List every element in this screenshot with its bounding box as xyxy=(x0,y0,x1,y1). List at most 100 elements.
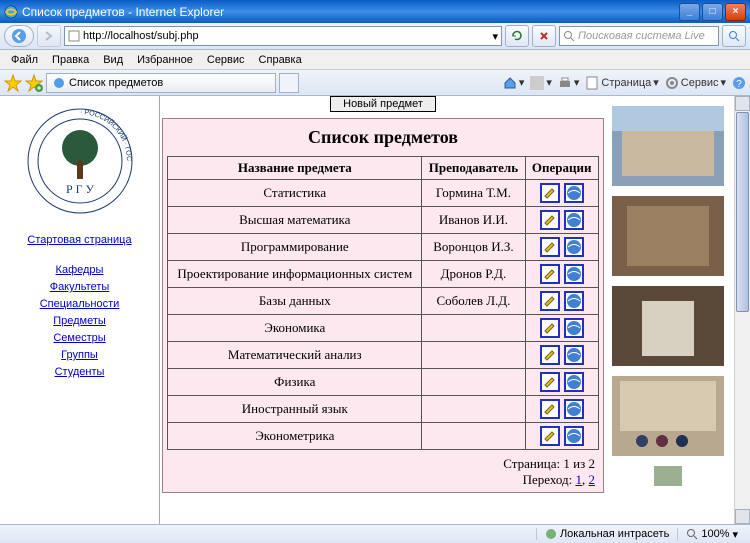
nav-link[interactable]: Студенты xyxy=(5,366,154,378)
nav-link[interactable]: Кафедры xyxy=(5,264,154,276)
menu-view[interactable]: Вид xyxy=(96,52,130,68)
left-sidebar: Р Г У · РОССИЙСКИЙ · ГОСУДАРСТВЕННЫЙ · С… xyxy=(0,96,160,524)
status-bar: Локальная интрасеть 100% ▾ xyxy=(0,524,750,543)
address-bar[interactable]: http://localhost/subj.php ▾ xyxy=(64,26,502,46)
feeds-button[interactable]: ▾ xyxy=(530,76,552,90)
nav-start-page[interactable]: Стартовая страница xyxy=(5,234,154,246)
edit-icon[interactable] xyxy=(540,426,560,446)
forward-button[interactable] xyxy=(37,25,61,47)
favorites-star-icon[interactable] xyxy=(4,74,22,92)
scroll-thumb[interactable] xyxy=(736,112,749,312)
home-icon xyxy=(503,76,517,90)
main-content: Новый предмет Список предметов Название … xyxy=(160,96,606,524)
table-row: Иностранный язык xyxy=(168,396,598,423)
col-name: Название предмета xyxy=(168,157,422,180)
sidebar-nav: Стартовая страница Кафедры Факультеты Сп… xyxy=(5,234,154,378)
minimize-button[interactable]: _ xyxy=(679,3,700,21)
menu-help[interactable]: Справка xyxy=(252,52,309,68)
refresh-button[interactable] xyxy=(505,25,529,47)
page-icon xyxy=(68,30,80,42)
building-photo-1 xyxy=(612,106,724,186)
pager-page-2[interactable]: 2 xyxy=(589,472,596,487)
delete-icon[interactable] xyxy=(564,318,584,338)
page-viewport: Р Г У · РОССИЙСКИЙ · ГОСУДАРСТВЕННЫЙ · С… xyxy=(0,96,734,524)
nav-link[interactable]: Специальности xyxy=(5,298,154,310)
menu-file[interactable]: Файл xyxy=(4,52,45,68)
delete-icon[interactable] xyxy=(564,183,584,203)
edit-icon[interactable] xyxy=(540,318,560,338)
zoom-icon xyxy=(686,528,698,540)
cell-teacher: Воронцов И.З. xyxy=(422,234,526,261)
zone-icon xyxy=(545,528,557,540)
address-dropdown-icon[interactable]: ▾ xyxy=(492,30,498,43)
cell-name: Экономика xyxy=(168,315,422,342)
forward-arrow-icon xyxy=(43,30,55,42)
delete-icon[interactable] xyxy=(564,291,584,311)
feed-icon xyxy=(530,76,544,90)
delete-icon[interactable] xyxy=(564,399,584,419)
table-row: СтатистикаГормина Т.М. xyxy=(168,180,598,207)
browser-tab[interactable]: Список предметов xyxy=(46,73,276,93)
delete-icon[interactable] xyxy=(564,372,584,392)
print-button[interactable]: ▾ xyxy=(558,76,580,90)
pager-page-1[interactable]: 1 xyxy=(576,472,583,487)
stop-button[interactable] xyxy=(532,25,556,47)
page-menu[interactable]: Страница ▾ xyxy=(585,76,658,90)
search-box[interactable]: Поисковая система Live xyxy=(559,26,719,46)
edit-icon[interactable] xyxy=(540,372,560,392)
scroll-down-button[interactable] xyxy=(735,509,750,524)
vertical-scrollbar[interactable] xyxy=(734,96,750,524)
edit-icon[interactable] xyxy=(540,210,560,230)
table-row: Базы данныхСоболев Л.Д. xyxy=(168,288,598,315)
edit-icon[interactable] xyxy=(540,399,560,419)
building-photo-2 xyxy=(612,196,724,276)
nav-link[interactable]: Предметы xyxy=(5,315,154,327)
menu-edit[interactable]: Правка xyxy=(45,52,96,68)
cell-ops xyxy=(525,369,598,396)
cell-name: Иностранный язык xyxy=(168,396,422,423)
add-favorites-icon[interactable] xyxy=(25,74,43,92)
edit-icon[interactable] xyxy=(540,237,560,257)
cell-teacher: Дронов Р.Д. xyxy=(422,261,526,288)
close-button[interactable]: × xyxy=(725,3,746,21)
nav-toolbar: http://localhost/subj.php ▾ Поисковая си… xyxy=(0,23,750,50)
pager-info: Страница: 1 из 2 xyxy=(503,456,595,471)
cell-teacher: Соболев Л.Д. xyxy=(422,288,526,315)
menu-tools[interactable]: Сервис xyxy=(200,52,252,68)
delete-icon[interactable] xyxy=(564,426,584,446)
building-photo-4 xyxy=(612,376,724,456)
new-subject-button[interactable]: Новый предмет xyxy=(330,96,436,112)
home-button[interactable]: ▾ xyxy=(503,76,525,90)
edit-icon[interactable] xyxy=(540,183,560,203)
cell-name: Базы данных xyxy=(168,288,422,315)
maximize-button[interactable]: □ xyxy=(702,3,723,21)
edit-icon[interactable] xyxy=(540,264,560,284)
new-tab-button[interactable] xyxy=(279,73,299,93)
back-button[interactable] xyxy=(4,25,34,47)
table-row: Математический анализ xyxy=(168,342,598,369)
window-title: Список предметов - Internet Explorer xyxy=(22,5,677,19)
menu-favorites[interactable]: Избранное xyxy=(130,52,200,68)
nav-link[interactable]: Группы xyxy=(5,349,154,361)
delete-icon[interactable] xyxy=(564,345,584,365)
tools-menu[interactable]: Сервис ▾ xyxy=(665,76,726,90)
delete-icon[interactable] xyxy=(564,237,584,257)
edit-icon[interactable] xyxy=(540,345,560,365)
search-placeholder: Поисковая система Live xyxy=(578,30,705,42)
search-go-button[interactable] xyxy=(722,25,746,47)
cell-ops xyxy=(525,180,598,207)
subjects-panel: Список предметов Название предмета Препо… xyxy=(162,118,604,493)
edit-icon[interactable] xyxy=(540,291,560,311)
nav-link[interactable]: Факультеты xyxy=(5,281,154,293)
delete-icon[interactable] xyxy=(564,210,584,230)
nav-link[interactable]: Семестры xyxy=(5,332,154,344)
help-button[interactable]: ? xyxy=(732,76,746,90)
scroll-up-button[interactable] xyxy=(735,96,750,111)
status-zoom[interactable]: 100% ▾ xyxy=(677,528,746,541)
tools-menu-label: Сервис xyxy=(681,77,719,89)
pager: Страница: 1 из 2 Переход: 1, 2 xyxy=(163,454,603,492)
search-icon xyxy=(563,30,575,42)
delete-icon[interactable] xyxy=(564,264,584,284)
cell-name: Программирование xyxy=(168,234,422,261)
page-heading: Список предметов xyxy=(163,119,603,156)
